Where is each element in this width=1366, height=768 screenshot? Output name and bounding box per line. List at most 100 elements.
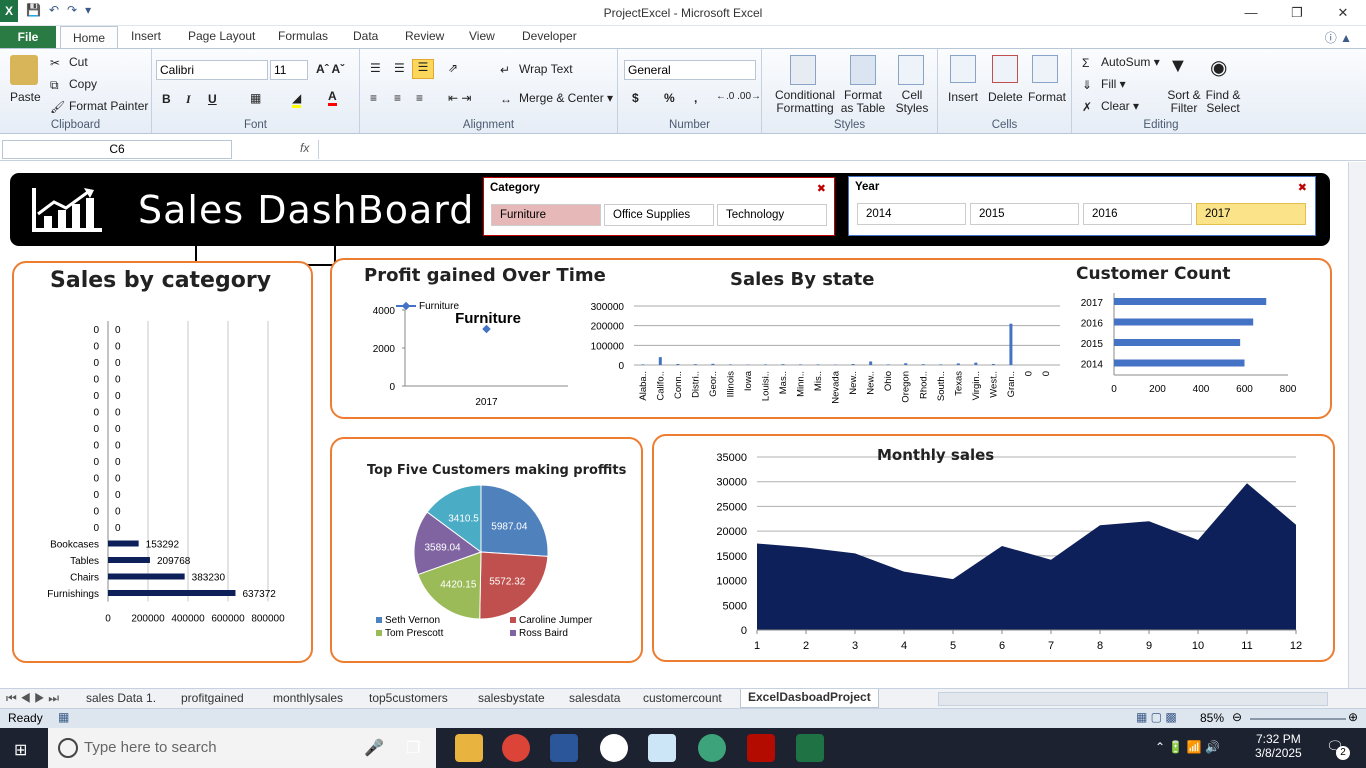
sheet-tab-sales-data[interactable]: sales Data 1. xyxy=(86,691,156,705)
sheet-tab-customercount[interactable]: customercount xyxy=(643,691,722,705)
delete-cells-icon[interactable] xyxy=(992,55,1018,83)
borders-icon[interactable]: ▦ xyxy=(250,91,261,105)
restore-icon[interactable]: ❐ xyxy=(1274,0,1320,26)
wrap-text-button[interactable]: ↵ Wrap Text xyxy=(500,62,573,77)
slicer-item-furniture[interactable]: Furniture xyxy=(491,204,601,226)
tab-view[interactable]: View xyxy=(469,29,495,43)
taskbar-clock[interactable]: 7:32 PM 3/8/2025 xyxy=(1255,732,1302,760)
zoom-out-icon[interactable]: ⊖ xyxy=(1232,710,1242,724)
sheet-tab-profitgained[interactable]: profitgained xyxy=(181,691,244,705)
insert-cells-button[interactable]: Insert xyxy=(948,90,978,104)
binoculars-icon[interactable]: ◉ xyxy=(1210,55,1234,83)
font-color-icon[interactable]: A xyxy=(328,89,337,106)
paste-button[interactable]: Paste xyxy=(10,90,41,104)
chrome-profile-icon[interactable] xyxy=(698,734,726,762)
slicer-item-2014[interactable]: 2014 xyxy=(857,203,966,225)
align-left-icon[interactable]: ≡ xyxy=(370,91,377,105)
comma-button[interactable]: , xyxy=(694,91,697,105)
fill-button[interactable]: ⇓ Fill ▾ xyxy=(1082,77,1126,92)
tab-page-layout[interactable]: Page Layout xyxy=(188,29,255,43)
help-icon[interactable]: ⓘ ▲ xyxy=(1325,29,1352,46)
acrobat-icon[interactable] xyxy=(747,734,775,762)
align-top-icon[interactable]: ☰ xyxy=(370,61,381,75)
sheet-tab-salesdata[interactable]: salesdata xyxy=(569,691,620,705)
percent-button[interactable]: % xyxy=(664,91,675,105)
word-icon[interactable] xyxy=(550,734,578,762)
vertical-scrollbar[interactable] xyxy=(1348,162,1366,688)
format-painter-button[interactable]: 🖌 Format Painter xyxy=(50,99,148,114)
file-tab[interactable]: File xyxy=(0,26,56,49)
tab-data[interactable]: Data xyxy=(353,29,378,43)
paste-icon[interactable] xyxy=(10,55,38,85)
zoom-slider[interactable] xyxy=(1250,718,1346,720)
system-tray-icons[interactable]: ⌃ 🔋 📶 🔊 xyxy=(1155,740,1220,754)
tab-insert[interactable]: Insert xyxy=(131,29,161,43)
tab-formulas[interactable]: Formulas xyxy=(278,29,328,43)
decimal-icon[interactable]: ←.0 .00→ xyxy=(716,91,761,102)
autosum-button[interactable]: Σ AutoSum ▾ xyxy=(1082,55,1160,70)
windows-start-icon[interactable]: ⊞ xyxy=(14,740,27,760)
name-box[interactable]: C6 xyxy=(2,140,232,159)
file-explorer-icon[interactable] xyxy=(455,734,483,762)
conditional-formatting-icon[interactable] xyxy=(790,55,816,85)
view-mode-icons[interactable]: ▦ ▢ ▩ xyxy=(1136,710,1177,724)
close-icon[interactable]: ✕ xyxy=(1320,0,1366,26)
format-cells-icon[interactable] xyxy=(1032,55,1058,83)
slicer-item-office-supplies[interactable]: Office Supplies xyxy=(604,204,714,226)
delete-cells-button[interactable]: Delete xyxy=(988,90,1023,104)
font-name-select[interactable]: Calibri xyxy=(156,60,268,80)
excel-taskbar-icon[interactable] xyxy=(796,734,824,762)
slicer-item-2016[interactable]: 2016 xyxy=(1083,203,1192,225)
cut-button[interactable]: ✂ Cut xyxy=(50,55,88,70)
sheet-tab-top5customers[interactable]: top5customers xyxy=(369,691,448,705)
sort-filter-icon[interactable]: ▼ xyxy=(1168,55,1192,83)
cell-styles-button[interactable]: Cell Styles xyxy=(892,89,932,115)
insert-cells-icon[interactable] xyxy=(950,55,976,83)
sheet-nav-icon[interactable]: ⏮ ◀ ▶ ⏭ xyxy=(6,691,59,706)
sheet-tab-monthlysales[interactable]: monthlysales xyxy=(273,691,343,705)
minimize-icon[interactable]: — xyxy=(1228,0,1274,26)
tab-review[interactable]: Review xyxy=(405,29,444,43)
chrome-icon[interactable] xyxy=(502,734,530,762)
orientation-icon[interactable]: ⇗ xyxy=(448,61,458,75)
sort-filter-button[interactable]: Sort & Filter xyxy=(1162,89,1206,115)
clear-filter-icon[interactable]: ✖ xyxy=(1298,181,1307,194)
macro-record-icon[interactable]: ▦ xyxy=(58,710,69,724)
underline-button[interactable]: U xyxy=(208,92,217,106)
sheet-tab-salesbystate[interactable]: salesbystate xyxy=(478,691,545,705)
zoom-in-icon[interactable]: ⊕ xyxy=(1348,710,1358,724)
fx-icon[interactable]: fx xyxy=(300,141,309,155)
slicer-item-technology[interactable]: Technology xyxy=(717,204,827,226)
clear-filter-icon[interactable]: ✖ xyxy=(817,182,826,195)
indent-icon[interactable]: ⇤ ⇥ xyxy=(448,91,471,105)
number-format-select[interactable]: General xyxy=(624,60,756,80)
slicer-item-2015[interactable]: 2015 xyxy=(970,203,1079,225)
clock-app-icon[interactable] xyxy=(600,734,628,762)
horizontal-scrollbar[interactable] xyxy=(938,692,1328,706)
task-view-icon[interactable]: ❐ xyxy=(406,738,420,758)
microphone-icon[interactable]: 🎤 xyxy=(364,738,384,758)
tab-home[interactable]: Home xyxy=(60,26,119,50)
italic-button[interactable]: I xyxy=(186,92,191,107)
format-as-table-button[interactable]: Format as Table xyxy=(838,89,888,115)
cell-styles-icon[interactable] xyxy=(898,55,924,85)
slicer-item-2017[interactable]: 2017 xyxy=(1196,203,1306,225)
grow-font-icon[interactable]: Aˆ Aˇ xyxy=(316,62,344,76)
align-center-icon[interactable]: ≡ xyxy=(394,91,401,105)
align-middle-icon[interactable]: ☰ xyxy=(394,61,405,75)
fill-color-icon[interactable]: ◢ xyxy=(292,91,302,108)
format-cells-button[interactable]: Format xyxy=(1028,90,1066,104)
currency-button[interactable]: $ xyxy=(632,91,639,105)
sheet-tab-active[interactable]: ExcelDasboadProject xyxy=(740,689,879,708)
clear-button[interactable]: ✗ Clear ▾ xyxy=(1082,99,1139,114)
copy-button[interactable]: ⧉ Copy xyxy=(50,77,97,92)
find-select-button[interactable]: Find & Select xyxy=(1202,89,1244,115)
font-size-select[interactable]: 11 xyxy=(270,60,308,80)
conditional-formatting-button[interactable]: Conditional Formatting xyxy=(766,89,844,115)
bold-button[interactable]: B xyxy=(162,92,171,106)
align-right-icon[interactable]: ≡ xyxy=(416,91,423,105)
snowflake-app-icon[interactable] xyxy=(648,734,676,762)
format-table-icon[interactable] xyxy=(850,55,876,85)
align-bottom-icon[interactable]: ☰ xyxy=(412,59,434,79)
merge-center-button[interactable]: ↔ Merge & Center ▾ xyxy=(500,91,613,106)
